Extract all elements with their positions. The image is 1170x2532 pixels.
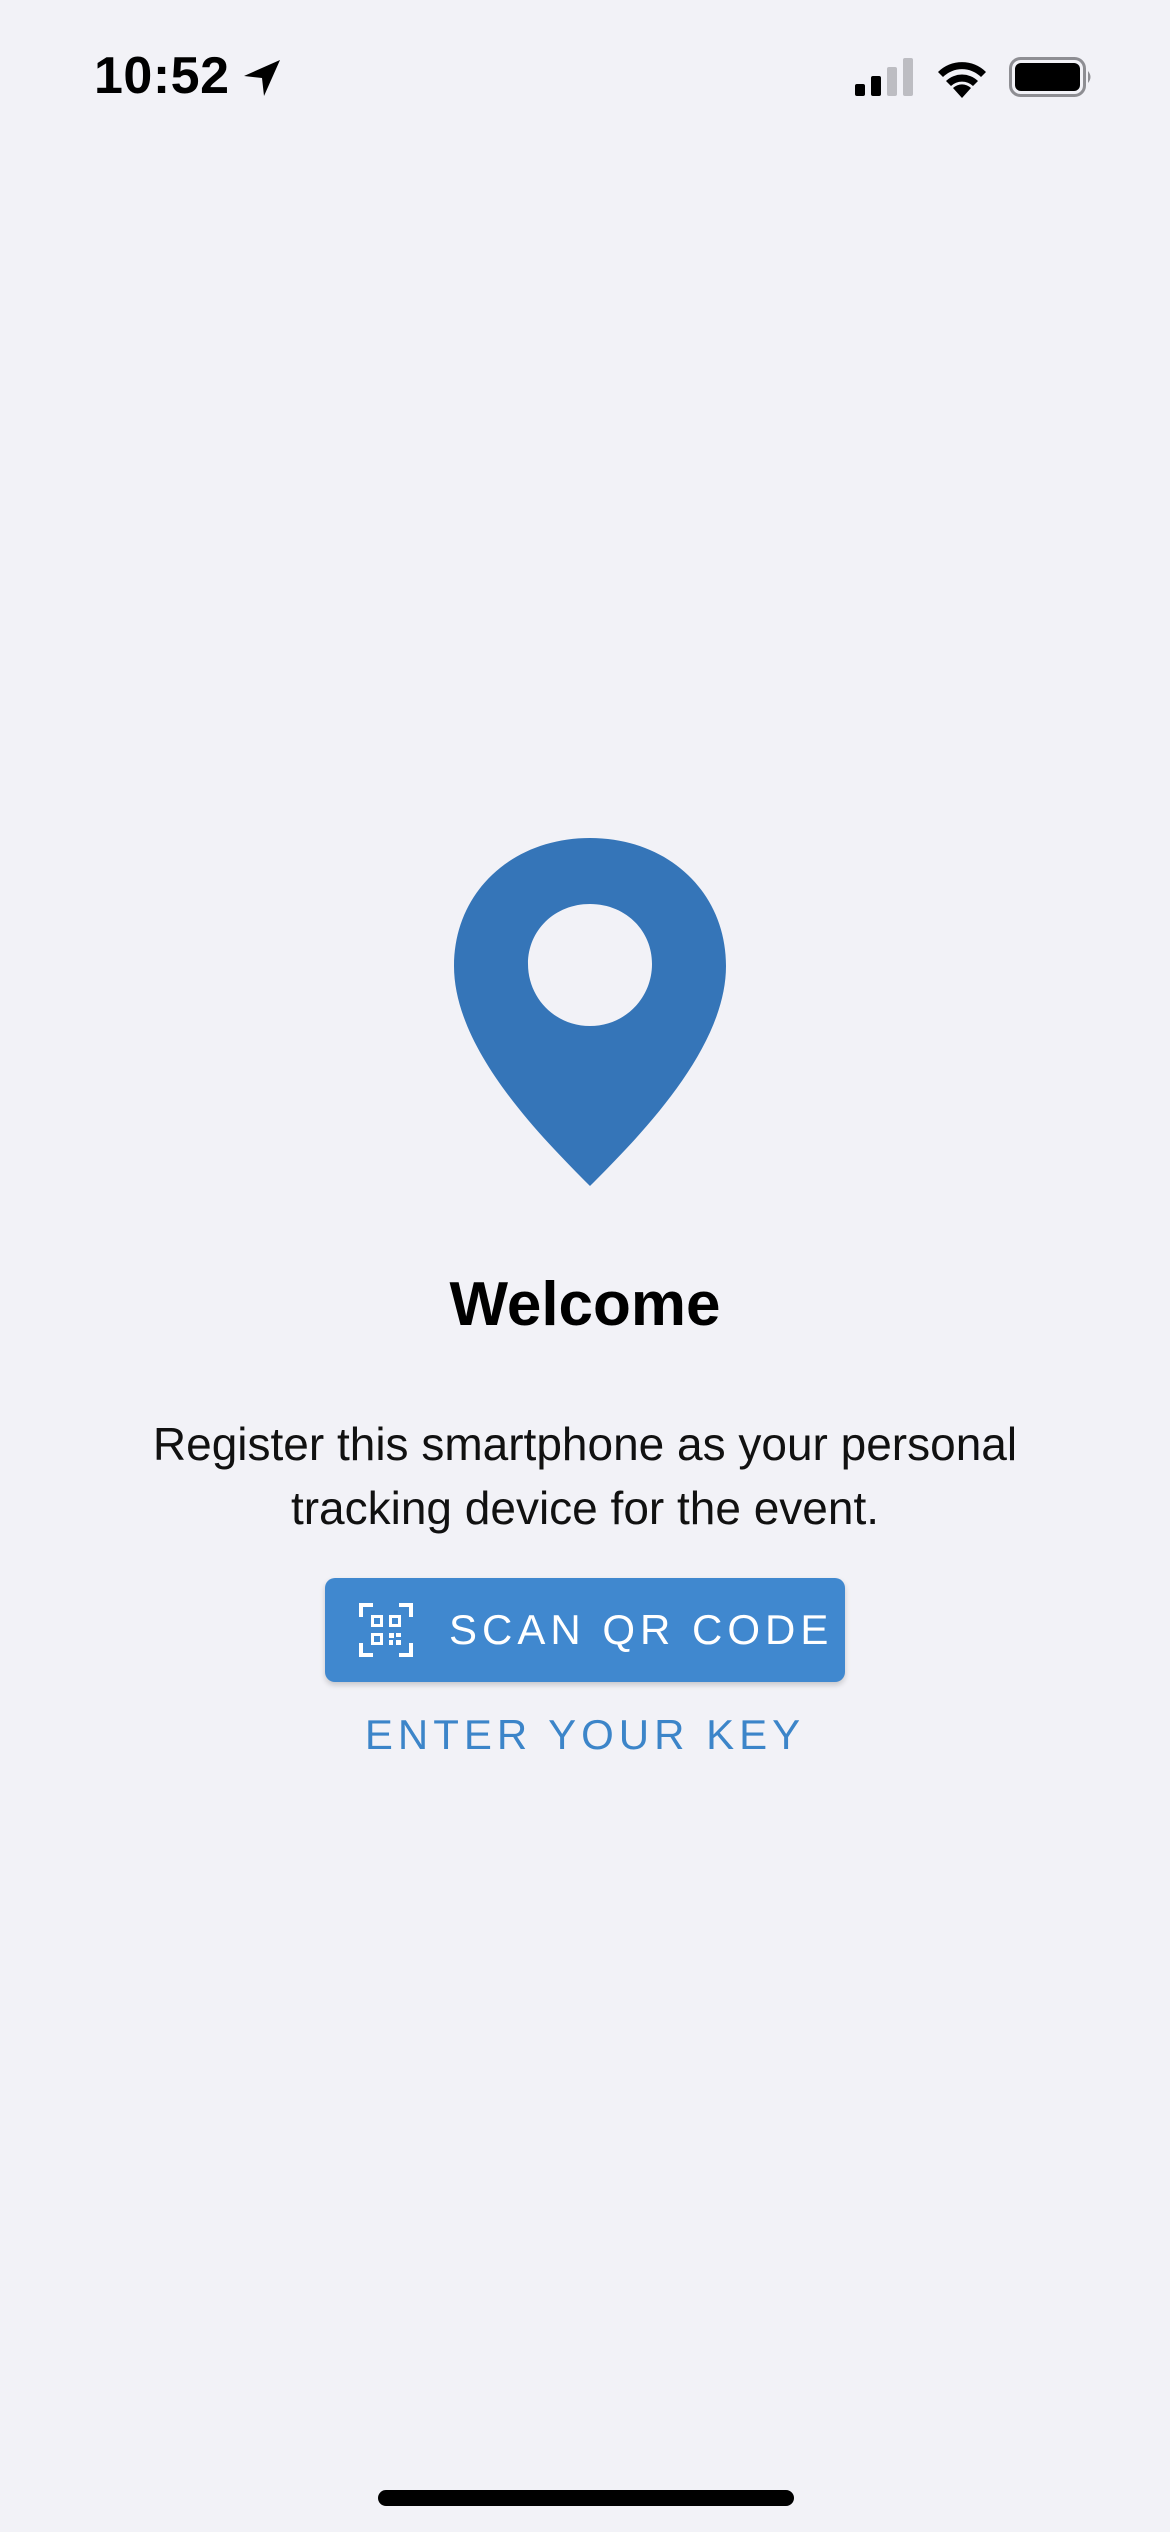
scan-qr-code-button[interactable]: SCAN QR CODE [325, 1578, 845, 1682]
home-indicator[interactable] [378, 2490, 794, 2506]
enter-your-key-button[interactable]: ENTER YOUR KEY [0, 1705, 1170, 1765]
cellular-signal-icon [855, 58, 913, 96]
wifi-icon [938, 62, 986, 98]
scan-qr-code-label: SCAN QR CODE [449, 1606, 834, 1653]
welcome-description: Register this smartphone as your persona… [152, 1418, 1018, 1534]
qr-code-scan-icon [359, 1603, 413, 1657]
location-arrow-icon [244, 60, 280, 96]
status-time: 10:52 [94, 47, 230, 105]
welcome-title: Welcome [449, 1270, 721, 1339]
location-pin-icon [454, 838, 726, 1186]
battery-icon [1009, 57, 1091, 97]
status-bar: 10:52 [0, 0, 1170, 150]
